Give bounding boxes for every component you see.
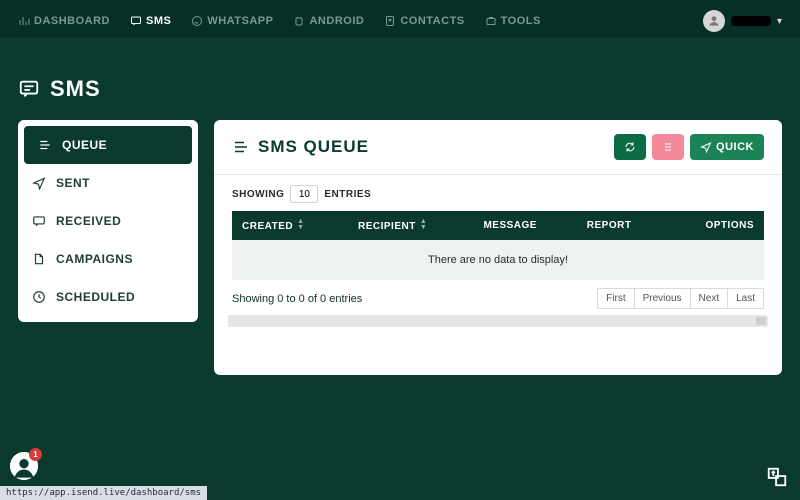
sidebar-item-label: SENT (56, 176, 90, 190)
android-icon (293, 15, 305, 27)
nav-label: SMS (146, 15, 171, 27)
sidebar-item-label: RECEIVED (56, 214, 121, 228)
top-nav: DASHBOARD SMS WHATSAPP ANDROID CONTACTS … (18, 15, 541, 27)
received-icon (32, 214, 46, 228)
nav-label: WHATSAPP (207, 15, 273, 27)
divider (214, 174, 782, 175)
showing-suffix: ENTRIES (324, 189, 371, 200)
sms-icon (130, 15, 142, 27)
sidebar-item-label: SCHEDULED (56, 290, 135, 304)
quick-button[interactable]: QUICK (690, 134, 764, 160)
col-created[interactable]: CREATED▲▼ (232, 211, 348, 240)
sent-icon (32, 176, 46, 190)
status-bar-url: https://app.isend.live/dashboard/sms (0, 486, 207, 500)
nav-sms[interactable]: SMS (130, 15, 171, 27)
refresh-button[interactable] (614, 134, 646, 160)
nav-dashboard[interactable]: DASHBOARD (18, 15, 110, 27)
page-header: SMS (0, 38, 800, 120)
col-recipient[interactable]: RECIPIENT▲▼ (348, 211, 473, 240)
horizontal-scrollbar[interactable] (228, 315, 768, 327)
campaigns-icon (32, 252, 46, 266)
sms-sidebar: QUEUE SENT RECEIVED CAMPAIGNS SCHEDULED (18, 120, 198, 322)
pager-first[interactable]: First (597, 288, 634, 309)
entries-input[interactable] (290, 185, 318, 203)
chat-badge: 1 (29, 448, 42, 461)
sidebar-item-sent[interactable]: SENT (18, 164, 198, 202)
sidebar-item-scheduled[interactable]: SCHEDULED (18, 278, 198, 316)
nav-contacts[interactable]: CONTACTS (384, 15, 464, 27)
chevron-down-icon: ▾ (777, 16, 782, 27)
nav-android[interactable]: ANDROID (293, 15, 364, 27)
avatar (703, 10, 725, 32)
contacts-icon (384, 15, 396, 27)
whatsapp-icon (191, 15, 203, 27)
dashboard-icon (18, 15, 30, 27)
nav-label: CONTACTS (400, 15, 464, 27)
empty-text: There are no data to display! (232, 240, 764, 280)
user-menu[interactable]: ▾ (703, 10, 782, 32)
showing-row: SHOWING ENTRIES (232, 185, 764, 203)
quick-button-label: QUICK (716, 141, 754, 153)
page-title: SMS (50, 76, 101, 102)
pager-last[interactable]: Last (728, 288, 764, 309)
empty-row: There are no data to display! (232, 240, 764, 280)
tools-icon (485, 15, 497, 27)
sms-icon (18, 78, 40, 100)
col-message[interactable]: MESSAGE (473, 211, 576, 240)
sidebar-item-received[interactable]: RECEIVED (18, 202, 198, 240)
nav-whatsapp[interactable]: WHATSAPP (191, 15, 273, 27)
user-name-redacted (731, 16, 771, 26)
col-options[interactable]: OPTIONS (668, 211, 764, 240)
nav-label: ANDROID (309, 15, 364, 27)
sidebar-item-queue[interactable]: QUEUE (24, 126, 192, 164)
sort-icon: ▲▼ (297, 219, 304, 231)
sidebar-item-campaigns[interactable]: CAMPAIGNS (18, 240, 198, 278)
footer-text: Showing 0 to 0 of 0 entries (232, 293, 362, 305)
nav-tools[interactable]: TOOLS (485, 15, 541, 27)
pager-next[interactable]: Next (691, 288, 729, 309)
list-button[interactable] (652, 134, 684, 160)
chat-button[interactable]: 1 (10, 452, 38, 480)
queue-table: CREATED▲▼ RECIPIENT▲▼ MESSAGE REPORT OPT… (232, 211, 764, 280)
panel-title: SMS QUEUE (258, 137, 369, 157)
col-report[interactable]: REPORT (577, 211, 668, 240)
sort-icon: ▲▼ (420, 219, 427, 231)
sidebar-item-label: CAMPAIGNS (56, 252, 133, 266)
queue-icon (232, 138, 250, 156)
showing-prefix: SHOWING (232, 189, 284, 200)
nav-label: DASHBOARD (34, 15, 110, 27)
nav-label: TOOLS (501, 15, 541, 27)
pager-prev[interactable]: Previous (635, 288, 691, 309)
translate-button[interactable] (766, 466, 788, 488)
sidebar-item-label: QUEUE (62, 138, 107, 152)
queue-icon (38, 138, 52, 152)
scheduled-icon (32, 290, 46, 304)
main-panel: SMS QUEUE QUICK SHOWING ENTRIES CREATED▲… (214, 120, 782, 375)
pager: First Previous Next Last (597, 288, 764, 309)
